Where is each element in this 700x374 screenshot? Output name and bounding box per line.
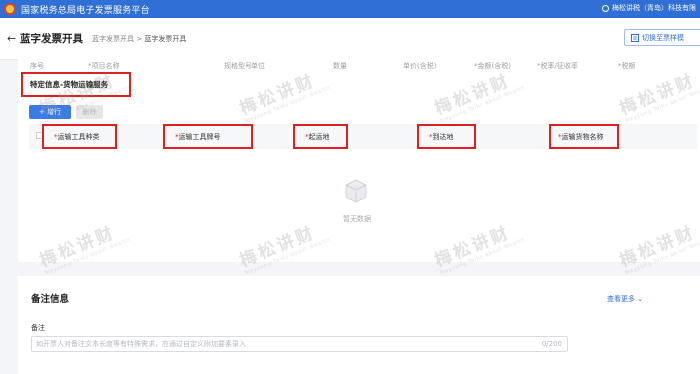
user-menu[interactable]: 梅松讲税（青岛）科技有限 [602, 3, 696, 13]
empty-box-icon [345, 179, 367, 203]
switch-icon [631, 33, 639, 42]
page-title: 蓝字发票开具 [20, 33, 83, 45]
col-origin: * 起运地 [293, 124, 348, 149]
col-spec: 规格型号 [224, 62, 252, 70]
remarks-title: 备注信息 [31, 294, 70, 305]
remarks-placeholder: 如开票人对备注文本长度等有特殊需求，应通过自定义附加要素录入 [36, 340, 246, 348]
goods-table-header: 序号 *项目名称 规格型号 单位 数量 单价(含税) *金额(含税) *税率/征… [18, 57, 700, 73]
user-name: 梅松讲税（青岛）科技有限 [612, 4, 696, 12]
col-tax-amount: *税额 [618, 62, 636, 70]
col-item-name: *项目名称 [88, 62, 120, 70]
back-arrow-icon[interactable]: ← [7, 32, 16, 45]
app-title: 国家税务总局电子发票服务平台 [21, 5, 150, 16]
col-quantity: 数量 [333, 62, 347, 70]
col-cargo-name: * 运输货物名称 [549, 124, 619, 149]
col-unit-price: 单价(含税) [403, 62, 437, 70]
col-unit: 单位 [251, 62, 265, 70]
app-topbar: 国家税务总局电子发票服务平台 梅松讲税（青岛）科技有限 [0, 0, 700, 18]
char-counter: 0/200 [541, 340, 562, 348]
chevron-down-icon: ⌄ [637, 295, 644, 303]
tax-emblem-icon [4, 3, 16, 15]
col-transport-type: * 运输工具种类 [42, 124, 117, 149]
delete-row-button[interactable]: 删除 [76, 105, 103, 119]
special-info-title: 特定信息-货物运输服务 [21, 72, 131, 97]
switch-to-sample-button[interactable]: 切换至票样模 [624, 29, 700, 46]
switch-button-label: 切换至票样模 [642, 33, 684, 42]
col-index: 序号 [30, 62, 44, 70]
view-more-link[interactable]: 查看更多 ⌄ [607, 294, 643, 304]
empty-state-text: 暂无数据 [343, 215, 371, 223]
breadcrumb-current: 蓝字发票开具 [144, 35, 187, 43]
col-destination: * 到达地 [417, 124, 476, 149]
col-amount: *金额(含税) [474, 62, 511, 70]
breadcrumb-item[interactable]: 蓝字发票开具 [92, 35, 134, 43]
col-vehicle-plate: * 运输工具牌号 [163, 124, 253, 149]
remarks-textarea[interactable]: 如开票人对备注文本长度等有特殊需求，应通过自定义附加要素录入 0/200 [31, 336, 568, 352]
page-header: ← 蓝字发票开具 蓝字发票开具 > 蓝字发票开具 切换至票样模 [0, 18, 700, 60]
col-tax-rate: *税率/征收率 [537, 62, 578, 70]
remarks-section: 备注信息 查看更多 ⌄ 备注 如开票人对备注文本长度等有特殊需求，应通过自定义附… [18, 276, 700, 374]
user-icon [602, 4, 609, 12]
remarks-label: 备注 [31, 324, 45, 332]
breadcrumb: 蓝字发票开具 > 蓝字发票开具 [92, 34, 186, 44]
breadcrumb-separator: > [136, 35, 143, 43]
add-row-button[interactable]: + 增行 [29, 105, 71, 119]
